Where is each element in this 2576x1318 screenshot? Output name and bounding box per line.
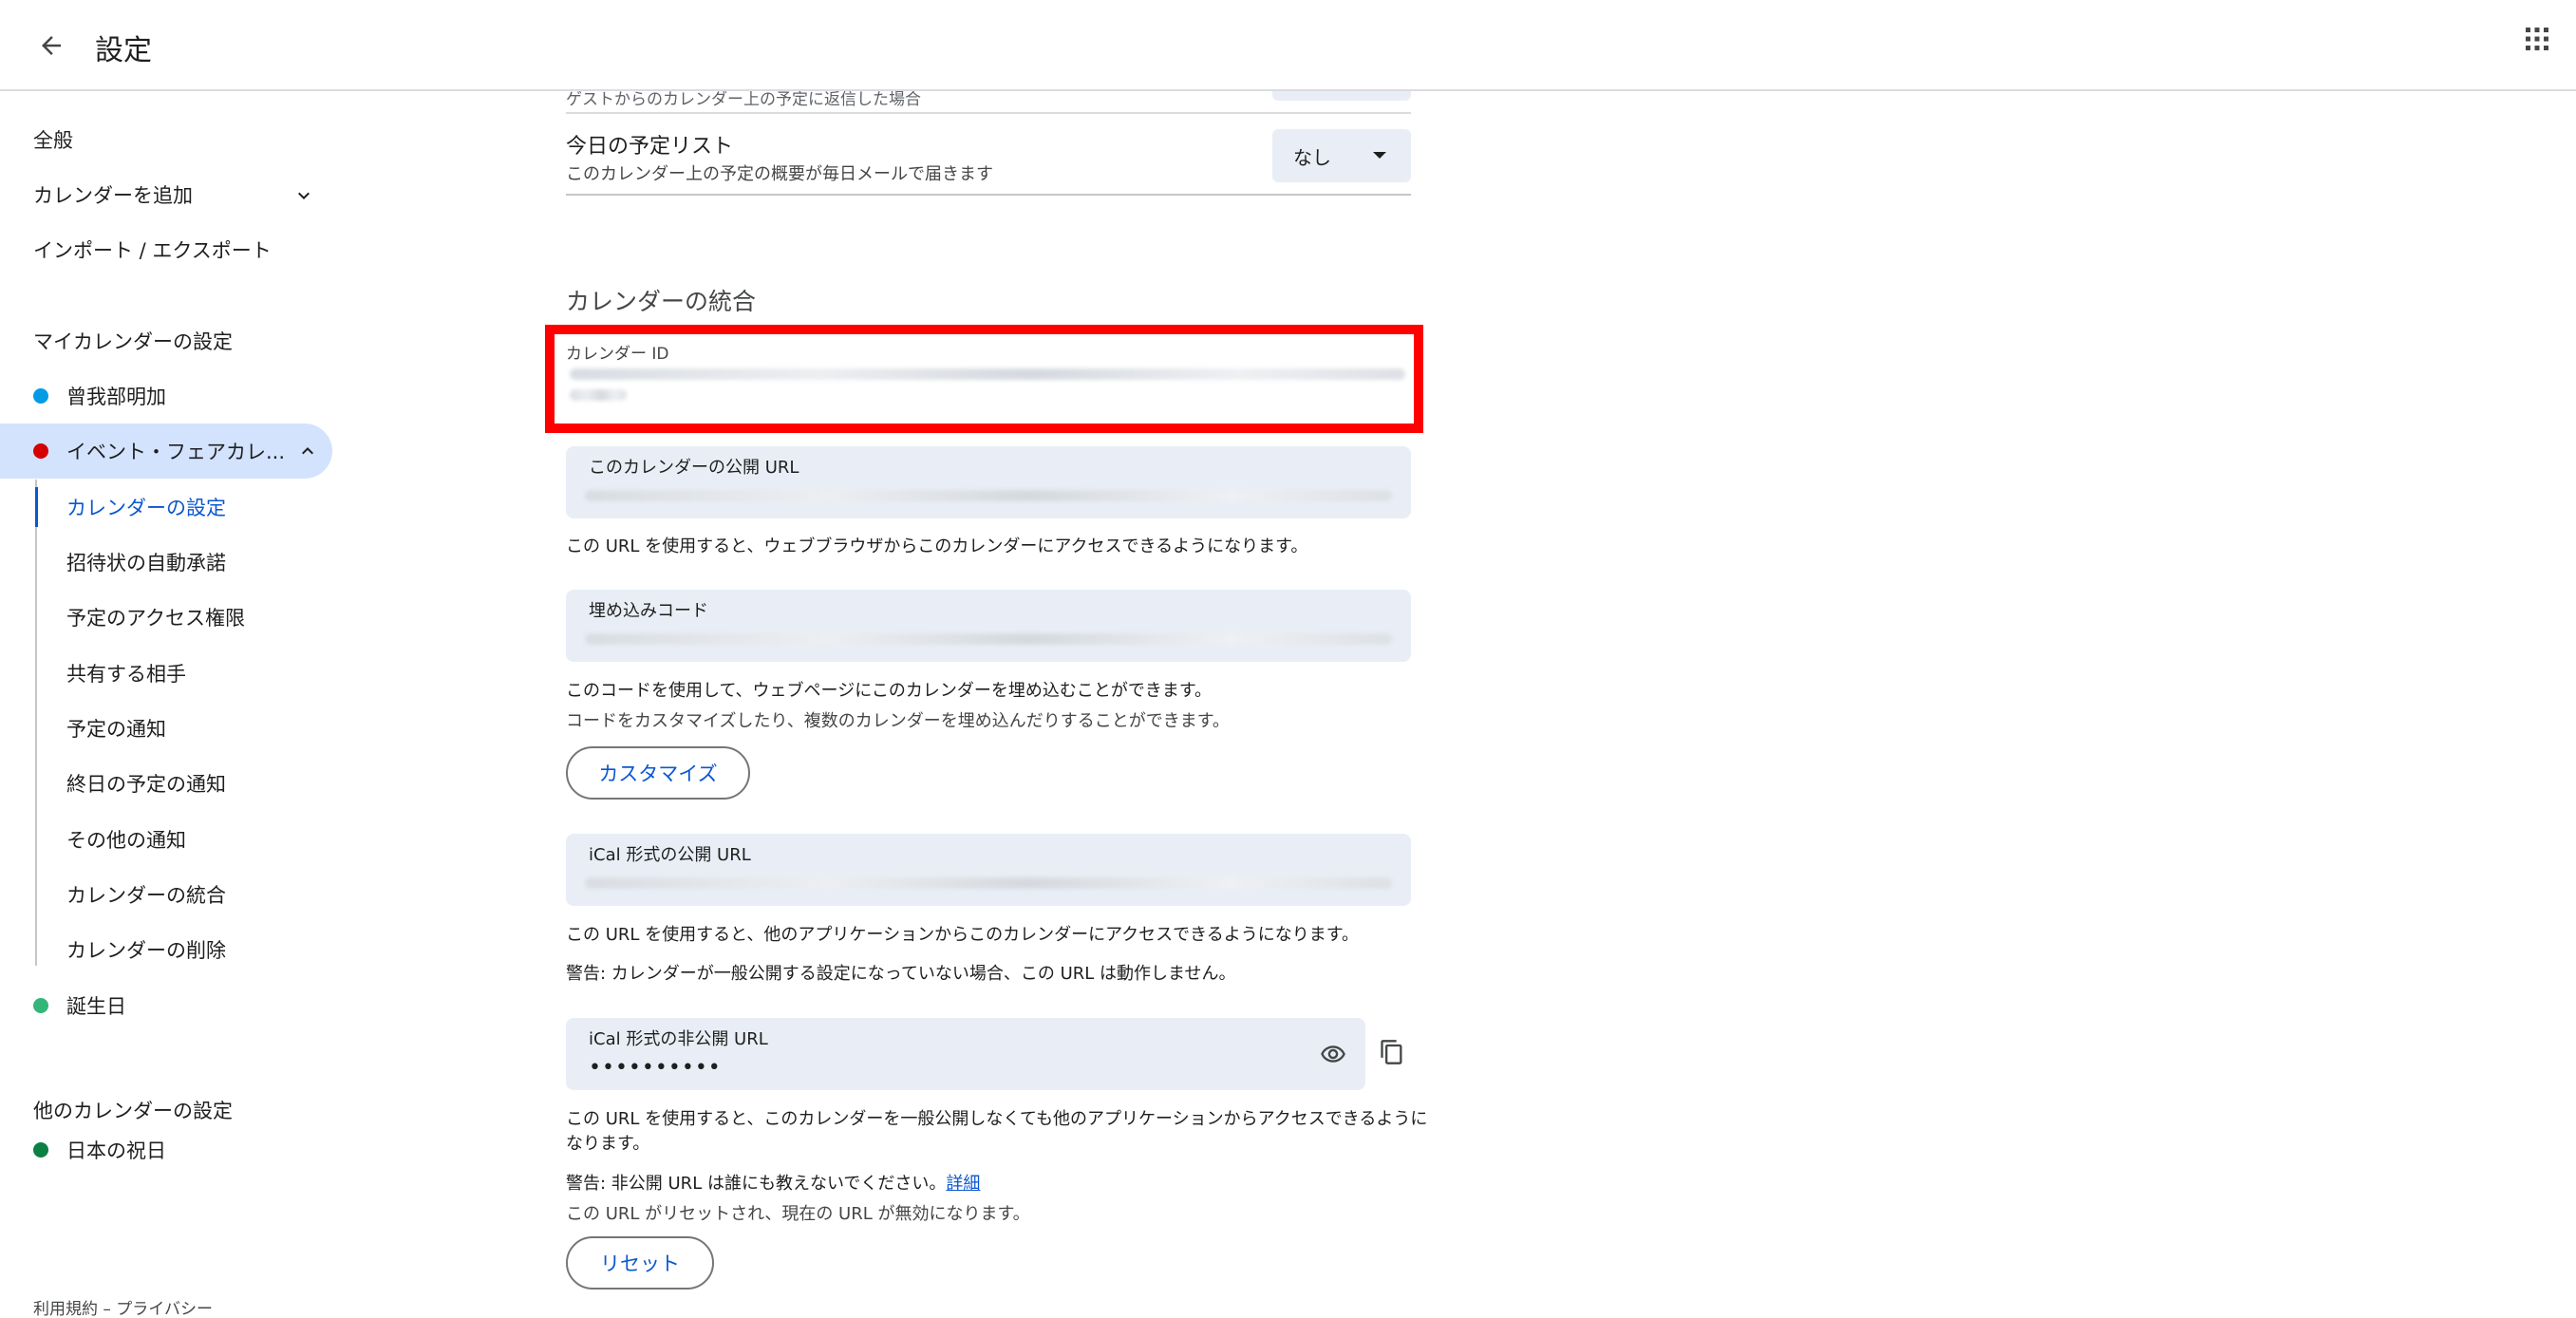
reset-note: この URL がリセットされ、現在の URL が無効になります。 [566, 1204, 1030, 1224]
sidebar-item-calendar-japan-holidays[interactable]: 日本の祝日 [0, 1122, 166, 1177]
daily-agenda-select-value: なし [1293, 145, 1331, 169]
ical-private-warning-line: 警告: 非公開 URL は誰にも教えないでください。詳細 [566, 1170, 980, 1195]
integration-section-title: カレンダーの統合 [566, 288, 757, 315]
sidebar-sub-item-integrate[interactable]: カレンダーの統合 [0, 867, 226, 922]
reset-button[interactable]: リセット [566, 1236, 714, 1290]
sidebar-sub-item-auto-accept[interactable]: 招待状の自動承諾 [0, 535, 226, 590]
embed-help-1: このコードを使用して、ウェブページにこのカレンダーを埋め込むことができます。 [566, 681, 1213, 701]
details-link[interactable]: 詳細 [946, 1174, 980, 1194]
arrow-back-icon [42, 36, 61, 55]
daily-agenda-title: 今日の予定リスト [566, 135, 734, 159]
copy-icon [1381, 1040, 1402, 1064]
calendar-color-dot [33, 1142, 48, 1158]
public-url-field[interactable]: このカレンダーの公開 URL [566, 446, 1411, 518]
copy-url-button[interactable] [1371, 1031, 1413, 1073]
sidebar-item-general[interactable]: 全般 [0, 112, 73, 167]
embed-help-2: コードをカスタマイズしたり、複数のカレンダーを埋め込んだりすることができます。 [566, 711, 1230, 731]
partial-row-subtitle: ゲストからのカレンダー上の予定に返信した場合 [566, 91, 921, 109]
sidebar-sub-item-access-permissions[interactable]: 予定のアクセス権限 [0, 590, 245, 645]
ical-private-url-masked-value: •••••••••• [589, 1056, 722, 1080]
calendar-color-dot [33, 443, 48, 459]
sidebar-item-calendar-soga[interactable]: 曾我部明加 [0, 368, 166, 424]
ical-public-url-value-redacted [585, 877, 1392, 889]
my-calendars-heading: マイカレンダーの設定 [33, 330, 233, 353]
chevron-down-icon [298, 192, 310, 199]
public-url-value-redacted [585, 490, 1392, 501]
chevron-up-icon [302, 447, 313, 455]
page-title: 設定 [95, 34, 152, 67]
sidebar-sub-item-event-notifications[interactable]: 予定の通知 [0, 701, 166, 756]
calendar-color-dot [33, 388, 48, 404]
customize-button[interactable]: カスタマイズ [566, 746, 750, 800]
daily-agenda-subtitle: このカレンダー上の予定の概要が毎日メールで届きます [566, 164, 993, 184]
footer-links[interactable]: 利用規約 – プライバシー [33, 1295, 213, 1318]
embed-code-value-redacted [585, 633, 1392, 645]
dropdown-caret-icon [1373, 152, 1386, 159]
ical-private-help-2: なります。 [566, 1134, 650, 1154]
embed-code-field[interactable]: 埋め込みコード [566, 590, 1411, 662]
public-url-help: この URL を使用すると、ウェブブラウザからこのカレンダーにアクセスできるよう… [566, 537, 1308, 556]
apps-grid-icon [2526, 28, 2548, 50]
partial-setting-row: ゲストからのカレンダー上の予定に返信した場合 [566, 91, 1411, 114]
ical-private-help-1: この URL を使用すると、このカレンダーを一般公開しなくても他のアプリケーショ… [566, 1109, 1428, 1129]
partial-row-select[interactable] [1272, 91, 1411, 101]
public-url-label: このカレンダーの公開 URL [589, 458, 799, 478]
other-calendars-heading: 他のカレンダーの設定 [33, 1100, 233, 1122]
sidebar-item-calendar-birthdays[interactable]: 誕生日 [0, 978, 126, 1033]
sidebar-sub-item-delete[interactable]: カレンダーの削除 [0, 922, 226, 977]
sidebar-sub-item-all-day-notifications[interactable]: 終日の予定の通知 [0, 756, 226, 811]
settings-sidebar: 全般 カレンダーを追加 インポート / エクスポート マイカレンダーの設定 曾我… [0, 93, 342, 1318]
sidebar-item-import-export[interactable]: インポート / エクスポート [0, 222, 272, 277]
calendar-color-dot [33, 998, 48, 1013]
eye-icon [1321, 1045, 1345, 1063]
sidebar-item-calendar-event-fair[interactable]: イベント・フェアカレ... [0, 424, 332, 479]
embed-code-label: 埋め込みコード [589, 601, 708, 621]
apps-button[interactable] [2525, 27, 2563, 65]
ical-public-help: この URL を使用すると、他のアプリケーションからこのカレンダーにアクセスでき… [566, 925, 1360, 945]
show-url-button[interactable] [1312, 1033, 1354, 1075]
ical-public-url-label: iCal 形式の公開 URL [589, 845, 751, 865]
ical-public-warning: 警告: カレンダーが一般公開する設定になっていない場合、この URL は動作しま… [566, 964, 1236, 984]
ical-public-url-field[interactable]: iCal 形式の公開 URL [566, 834, 1411, 906]
ical-private-url-field[interactable]: iCal 形式の非公開 URL •••••••••• [566, 1018, 1365, 1090]
back-button[interactable] [28, 23, 74, 68]
ical-private-warning: 警告: 非公開 URL は誰にも教えないでください。 [566, 1174, 947, 1194]
daily-agenda-row: 今日の予定リスト このカレンダー上の予定の概要が毎日メールで届きます なし [566, 116, 1411, 196]
daily-agenda-select[interactable]: なし [1272, 129, 1411, 182]
calendar-id-highlight-box [545, 325, 1423, 433]
sidebar-item-add-calendar[interactable]: カレンダーを追加 [0, 167, 323, 222]
ical-private-url-label: iCal 形式の非公開 URL [589, 1029, 768, 1049]
sidebar-sub-item-share-with[interactable]: 共有する相手 [0, 646, 186, 701]
sidebar-sub-item-other-notifications[interactable]: その他の通知 [0, 812, 186, 867]
sidebar-sub-item-calendar-settings[interactable]: カレンダーの設定 [0, 480, 226, 535]
app-header: 設定 [0, 0, 2576, 91]
